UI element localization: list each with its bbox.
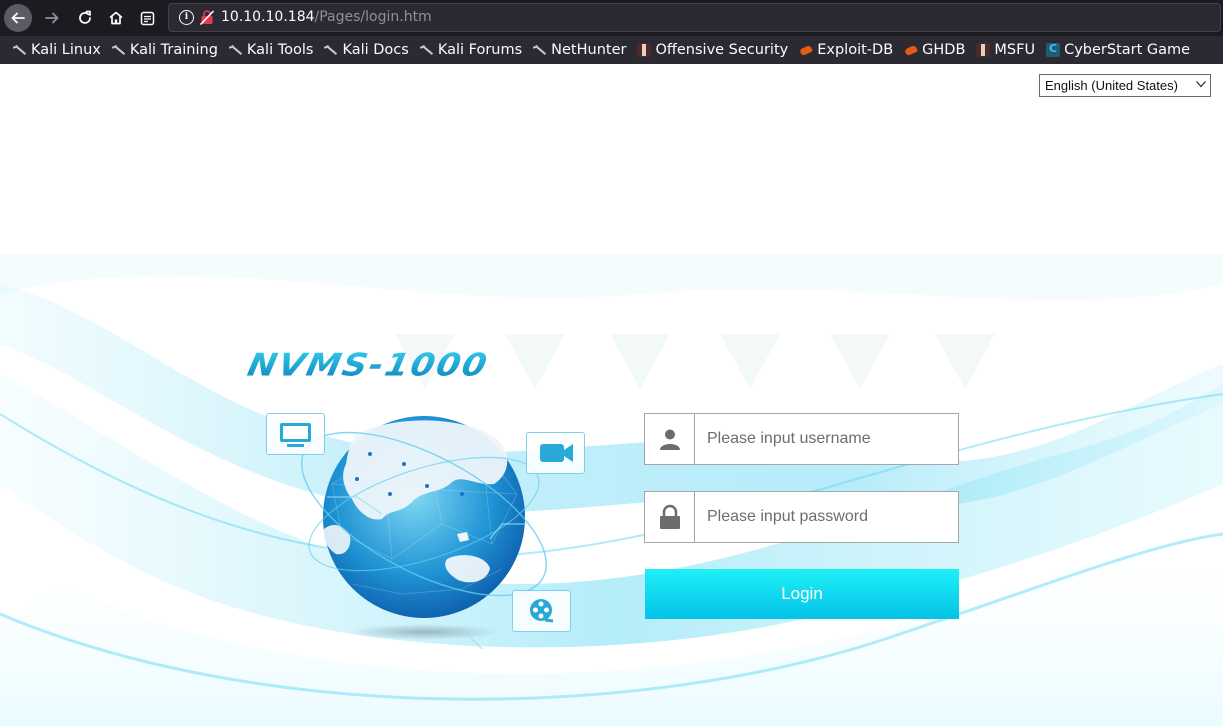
bookmark-kali-linux[interactable]: Kali Linux (13, 42, 101, 58)
bookmark-label: Kali Forums (437, 42, 523, 58)
bookmark-label: Kali Tools (246, 42, 314, 58)
lock-icon (659, 504, 680, 529)
chevron-down-icon (1196, 81, 1206, 88)
bookmark-label: Kali Linux (31, 42, 101, 58)
username-input[interactable] (695, 414, 957, 464)
browser-toolbar: i 10.10.10.184/Pages/login.htm (0, 0, 1223, 36)
monitor-icon-box (266, 413, 325, 455)
forward-button[interactable] (38, 4, 66, 32)
language-select-value: English (United States) (1045, 78, 1178, 93)
insecure-lock-icon[interactable] (200, 10, 214, 25)
bookmark-kali-tools[interactable]: Kali Tools (229, 42, 314, 58)
offsec-icon (637, 43, 652, 57)
bookmark-label: Kali Training (129, 42, 218, 58)
back-button[interactable] (4, 4, 32, 32)
bookmark-exploit-db[interactable]: Exploit-DB (799, 42, 893, 58)
username-field (644, 413, 959, 465)
bookmark-kali-docs[interactable]: Kali Docs (324, 42, 408, 58)
exploit-db-icon (799, 43, 813, 57)
bookmark-msfu[interactable]: MSFU (976, 42, 1035, 58)
url-text[interactable]: 10.10.10.184/Pages/login.htm (221, 9, 432, 25)
password-field (644, 491, 959, 543)
bookmarks-bar: Kali Linux Kali Training Kali Tools Kali… (0, 36, 1223, 64)
film-reel-icon (530, 599, 554, 623)
kali-dragon-icon (533, 43, 547, 57)
bookmark-kali-forums[interactable]: Kali Forums (420, 42, 522, 58)
home-button[interactable] (102, 4, 130, 32)
bookmark-label: MSFU (994, 42, 1036, 58)
login-button[interactable]: Login (645, 569, 959, 619)
kali-dragon-icon (420, 43, 434, 57)
bookmark-label: NetHunter (551, 42, 627, 58)
language-select[interactable]: English (United States) (1039, 74, 1211, 97)
browser-chrome: i 10.10.10.184/Pages/login.htm Kali Linu… (0, 0, 1223, 64)
password-input[interactable] (695, 492, 957, 542)
url-path: /Pages/login.htm (314, 9, 432, 25)
monitor-icon (280, 423, 311, 447)
arrow-left-icon (11, 12, 25, 24)
bookmark-label: Offensive Security (655, 42, 789, 58)
background-wave-art (0, 254, 1223, 726)
home-icon (109, 11, 123, 25)
bookmark-label: Kali Docs (342, 42, 409, 58)
reload-icon (79, 10, 91, 24)
arrow-right-icon (45, 12, 59, 24)
info-icon[interactable]: i (179, 10, 194, 25)
kali-dragon-icon (229, 43, 243, 57)
user-icon-cell (645, 414, 695, 464)
bookmark-nethunter[interactable]: NetHunter (533, 42, 626, 58)
reader-view-button[interactable] (133, 4, 161, 32)
bookmark-label: CyberStart Game (1064, 42, 1191, 58)
reader-view-icon (140, 11, 154, 25)
video-camera-icon (540, 444, 573, 462)
login-page: English (United States) NVMS-1000 Please… (0, 64, 1223, 726)
kali-dragon-icon (112, 43, 126, 57)
exploit-db-icon (904, 43, 918, 57)
bookmark-kali-training[interactable]: Kali Training (112, 42, 218, 58)
bookmark-label: GHDB (922, 42, 966, 58)
camera-icon-box (526, 432, 585, 474)
url-host: 10.10.10.184 (221, 9, 315, 25)
cyberstart-icon (1046, 42, 1061, 57)
bookmark-label: Exploit-DB (817, 42, 894, 58)
kali-dragon-icon (13, 43, 27, 57)
offsec-icon (976, 43, 991, 57)
bookmark-cyberstart-game[interactable]: CyberStart Game (1046, 42, 1190, 58)
reload-button[interactable] (71, 4, 99, 32)
bookmark-offensive-security[interactable]: Offensive Security (637, 42, 788, 58)
user-icon (659, 429, 680, 450)
kali-dragon-icon (324, 43, 338, 57)
nvms-logo: NVMS-1000 (244, 347, 492, 384)
bookmark-ghdb[interactable]: GHDB (904, 42, 965, 58)
film-reel-icon-box (512, 590, 571, 632)
lock-icon-cell (645, 492, 695, 542)
url-bar[interactable]: i 10.10.10.184/Pages/login.htm (168, 3, 1221, 32)
